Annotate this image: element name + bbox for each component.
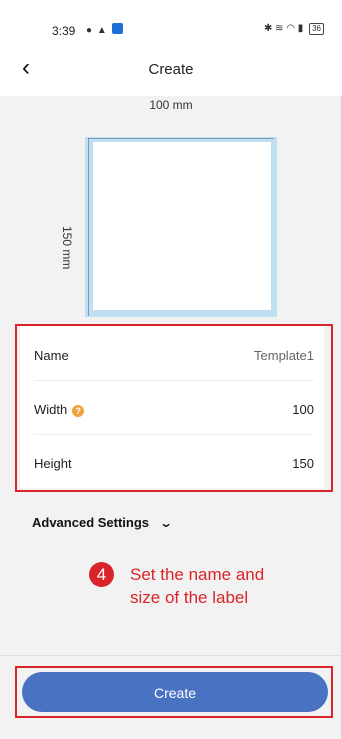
width-label-group: Width? [34, 402, 85, 417]
width-label: Width [34, 402, 68, 417]
name-field[interactable]: Template1 [254, 348, 314, 363]
vibrate-icon: ≋ [275, 23, 284, 34]
height-row[interactable]: Height 150 [34, 434, 314, 488]
label-preview [93, 142, 271, 310]
wifi-icon: ◠ [286, 23, 296, 34]
height-ruler [88, 138, 89, 316]
notification-icon: ▲ [96, 25, 108, 36]
name-label: Name [34, 348, 69, 363]
height-label: Height [34, 456, 72, 471]
advanced-settings-label: Advanced Settings [32, 515, 150, 530]
question-icon[interactable]: ? [72, 405, 85, 417]
name-row[interactable]: Name Template1 [34, 326, 314, 381]
signal-icon: ▮ [297, 23, 304, 34]
status-time: 3:39 [52, 24, 76, 38]
page-title: Create [148, 61, 194, 78]
footer-divider [0, 655, 342, 656]
chevron-down-icon: ⌄ [159, 516, 174, 530]
bluetooth-icon: ✱ [263, 23, 273, 34]
height-field[interactable]: 150 [292, 456, 314, 471]
instruction-line-2: size of the label [130, 588, 249, 607]
instruction-line-1: Set the name and [130, 565, 265, 584]
status-left-icons: ● ▲ [86, 23, 123, 36]
step-number-badge: 4 [89, 562, 114, 587]
width-row[interactable]: Width? 100 [34, 380, 314, 435]
message-icon: ● [86, 25, 94, 36]
height-dimension-label: 150 mm [60, 226, 74, 270]
instruction-callout: Set the name and size of the label [130, 563, 264, 609]
width-dimension-label: 100 mm [149, 98, 193, 112]
status-right-icons: ✱ ≋ ◠ ▮ 36 [264, 23, 324, 35]
status-bar: 3:39 ● ▲ ✱ ≋ ◠ ▮ 36 [0, 0, 342, 42]
battery-icon: 36 [309, 23, 324, 35]
top-nav-bar: ‹ Create [0, 42, 342, 96]
label-settings-form: Name Template1 Width? 100 Height 150 [20, 326, 324, 488]
app-icon [111, 23, 123, 34]
width-field[interactable]: 100 [292, 402, 314, 417]
create-button[interactable]: Create [22, 672, 328, 712]
width-ruler [88, 138, 274, 139]
advanced-settings-toggle[interactable]: Advanced Settings ⌄ [32, 515, 174, 530]
